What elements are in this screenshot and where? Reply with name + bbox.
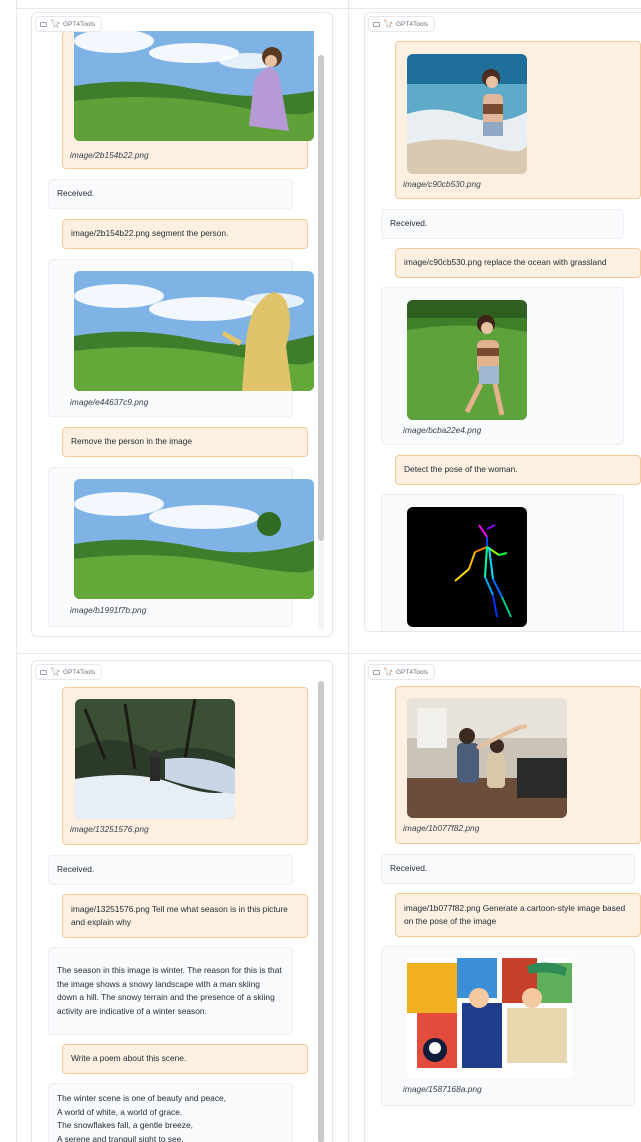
chat-panel-3: 🦙 GPT4Tools image/13251576.png Received.… bbox=[31, 660, 333, 1142]
user-message: image/1b077f82.png Generate a cartoon-st… bbox=[395, 893, 641, 937]
user-message: Remove the person in the image bbox=[62, 427, 308, 457]
chat-panel-2: 🦙 GPT4Tools image/c90cb530.png Received.… bbox=[364, 12, 641, 632]
image-filename: image/1b077f82.png bbox=[403, 823, 480, 833]
grid-divider bbox=[16, 0, 17, 1142]
poem-line: A serene and tranquil sight to see. bbox=[57, 1133, 184, 1142]
message-text: Detect the pose of the woman. bbox=[404, 464, 518, 475]
image-filename: image/c90cb530.png bbox=[403, 179, 481, 189]
chat-scrollbar[interactable] bbox=[318, 55, 324, 631]
chat-icon bbox=[40, 669, 47, 675]
message-image[interactable] bbox=[75, 699, 235, 819]
chatbot-label-text: GPT4Tools bbox=[395, 20, 429, 28]
message-image[interactable] bbox=[407, 958, 572, 1078]
message-text: image/c90cb530.png replace the ocean wit… bbox=[404, 257, 607, 268]
chatbot-label: 🦙 GPT4Tools bbox=[368, 16, 436, 32]
message-text: Received. bbox=[390, 218, 428, 229]
message-text: Received. bbox=[57, 188, 95, 199]
llama-icon: 🦙 bbox=[383, 667, 393, 676]
grid-divider bbox=[16, 8, 641, 9]
message-text: Received. bbox=[57, 864, 95, 875]
llama-icon: 🦙 bbox=[50, 667, 60, 676]
message-image[interactable] bbox=[407, 300, 527, 420]
scrollbar-thumb[interactable] bbox=[318, 681, 324, 1142]
message-text: Write a poem about this scene. bbox=[71, 1053, 187, 1064]
chat-panel-4: 🦙 GPT4Tools image/1b077f82.png Received.… bbox=[364, 660, 641, 1142]
poem-line: The snowflakes fall, a gentle breeze, bbox=[57, 1120, 193, 1130]
chat-icon bbox=[40, 21, 47, 27]
user-message: image/2b154b22.png segment the person. bbox=[62, 219, 308, 249]
chat-icon bbox=[373, 669, 380, 675]
bot-message: Received. bbox=[381, 854, 635, 884]
message-text: image/1b077f82.png Generate a cartoon-st… bbox=[404, 902, 626, 927]
chatbot-label-text: GPT4Tools bbox=[395, 668, 429, 676]
chatbot-label: 🦙 GPT4Tools bbox=[35, 16, 103, 32]
message-text: Remove the person in the image bbox=[71, 436, 193, 447]
message-image[interactable] bbox=[407, 54, 527, 174]
bot-message: Received. bbox=[381, 209, 624, 239]
bot-poem-message: The winter scene is one of beauty and pe… bbox=[48, 1083, 293, 1142]
chatbot-label: 🦙 GPT4Tools bbox=[35, 664, 103, 680]
image-filename: image/2b154b22.png bbox=[70, 150, 149, 160]
message-image[interactable] bbox=[74, 31, 314, 141]
user-message: Write a poem about this scene. bbox=[62, 1044, 308, 1074]
llama-icon: 🦙 bbox=[50, 19, 60, 28]
message-text: image/13251576.png Tell me what season i… bbox=[71, 903, 288, 928]
message-text: Received. bbox=[390, 863, 428, 874]
chat-panel-1: 🦙 GPT4Tools image/2b154b22.png Received.… bbox=[31, 12, 333, 637]
chatbot-label: 🦙 GPT4Tools bbox=[368, 664, 436, 680]
user-message: image/c90cb530.png replace the ocean wit… bbox=[395, 248, 641, 278]
message-text: image/2b154b22.png segment the person. bbox=[71, 228, 229, 239]
bot-message: The season in this image is winter. The … bbox=[48, 947, 293, 1035]
image-filename: image/b1991f7b.png bbox=[70, 605, 147, 615]
chat-scrollbar[interactable] bbox=[318, 681, 324, 1142]
chatbot-label-text: GPT4Tools bbox=[62, 20, 96, 28]
image-filename: image/bcba22e4.png bbox=[403, 425, 482, 435]
user-message: image/13251576.png Tell me what season i… bbox=[62, 894, 308, 938]
message-image[interactable] bbox=[407, 698, 567, 818]
bot-message: Received. bbox=[48, 179, 293, 209]
bot-message: Received. bbox=[48, 855, 293, 885]
image-filename: image/e44637c9.png bbox=[70, 397, 149, 407]
message-text: The season in this image is winter. The … bbox=[57, 965, 282, 1016]
poem-line: A world of white, a world of grace. bbox=[57, 1106, 183, 1117]
message-image[interactable] bbox=[74, 271, 314, 391]
image-filename: image/13251576.png bbox=[70, 824, 149, 834]
message-image[interactable] bbox=[74, 479, 314, 599]
poem-line: The winter scene is one of beauty and pe… bbox=[57, 1093, 227, 1103]
chatbot-label-text: GPT4Tools bbox=[62, 668, 96, 676]
user-message: Detect the pose of the woman. bbox=[395, 455, 641, 485]
scrollbar-thumb[interactable] bbox=[318, 55, 324, 541]
grid-divider bbox=[348, 0, 349, 1142]
llama-icon: 🦙 bbox=[383, 19, 393, 28]
image-filename: image/1587168a.png bbox=[403, 1084, 482, 1094]
grid-divider bbox=[16, 653, 641, 654]
chat-icon bbox=[373, 21, 380, 27]
message-image[interactable] bbox=[407, 507, 527, 627]
